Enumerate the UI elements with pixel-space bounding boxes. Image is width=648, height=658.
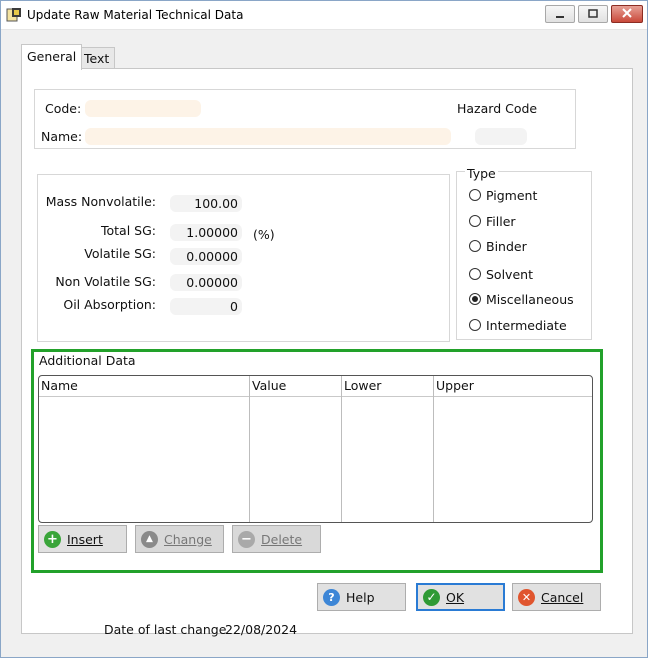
radio-miscellaneous-label: Miscellaneous bbox=[486, 291, 574, 307]
radio-filler-label: Filler bbox=[486, 213, 516, 229]
radio-filler[interactable]: Filler bbox=[469, 212, 516, 230]
update-raw-material-dialog: Update Raw Material Technical Data Gener… bbox=[0, 0, 648, 658]
checkmark-icon: ✓ bbox=[423, 588, 440, 606]
column-header-lower[interactable]: Lower bbox=[342, 376, 381, 396]
additional-data-list[interactable]: Name Value Lower Upper bbox=[38, 375, 593, 523]
maximize-icon bbox=[588, 9, 598, 18]
delete-label: Delete bbox=[261, 531, 303, 547]
oil-absorption-input[interactable]: 0 bbox=[170, 298, 242, 315]
total-sg-input[interactable]: 1.00000 bbox=[170, 224, 242, 241]
radio-intermediate-label: Intermediate bbox=[486, 317, 567, 333]
column-header-name[interactable]: Name bbox=[39, 376, 78, 396]
radio-circle bbox=[469, 319, 481, 331]
radio-solvent[interactable]: Solvent bbox=[469, 265, 533, 283]
radio-circle bbox=[469, 189, 481, 201]
cancel-x-icon: ✕ bbox=[518, 588, 535, 606]
tab-general[interactable]: General bbox=[21, 44, 83, 70]
change-label: Change bbox=[164, 531, 212, 547]
date-of-last-change-value: 22/08/2024 bbox=[225, 622, 298, 637]
radio-binder-label: Binder bbox=[486, 238, 527, 254]
change-button[interactable]: ▲ Change bbox=[135, 525, 224, 553]
minimize-button[interactable] bbox=[545, 5, 575, 23]
list-header: Name Value Lower Upper bbox=[39, 376, 592, 397]
oil-absorption-label: Oil Absorption: bbox=[63, 297, 156, 312]
insert-label: Insert bbox=[67, 531, 103, 547]
radio-circle bbox=[469, 268, 481, 280]
close-button[interactable] bbox=[611, 5, 643, 23]
ok-label: OK bbox=[446, 589, 465, 605]
tab-text[interactable]: Text bbox=[78, 47, 116, 69]
total-sg-label: Total SG: bbox=[101, 223, 156, 238]
identity-group: Code: Name: Hazard Code bbox=[34, 89, 576, 149]
title-bar[interactable]: Update Raw Material Technical Data bbox=[1, 1, 647, 30]
close-icon bbox=[622, 8, 632, 18]
cancel-button[interactable]: ✕ Cancel bbox=[512, 583, 601, 611]
mass-nonvolatile-label: Mass Nonvolatile: bbox=[45, 194, 156, 209]
plus-icon: + bbox=[44, 530, 61, 548]
non-volatile-sg-input[interactable]: 0.00000 bbox=[170, 274, 242, 291]
cancel-label: Cancel bbox=[541, 589, 584, 605]
column-divider bbox=[249, 376, 250, 522]
column-divider bbox=[433, 376, 434, 522]
date-of-last-change-label: Date of last change bbox=[104, 622, 227, 637]
radio-circle bbox=[469, 240, 481, 252]
mass-nonvolatile-input[interactable]: 100.00 bbox=[170, 195, 242, 212]
code-label: Code: bbox=[45, 101, 82, 116]
properties-group: Mass Nonvolatile: 100.00 Total SG: 1.000… bbox=[37, 174, 450, 342]
insert-button[interactable]: + Insert bbox=[38, 525, 127, 553]
additional-data-title: Additional Data bbox=[39, 353, 136, 368]
radio-circle-selected bbox=[469, 293, 481, 305]
type-group: Type Pigment Filler Binder Solvent Misce… bbox=[456, 166, 592, 340]
app-icon bbox=[6, 8, 21, 22]
name-input[interactable] bbox=[85, 128, 451, 145]
column-divider bbox=[341, 376, 342, 522]
help-button[interactable]: ? Help bbox=[317, 583, 406, 611]
help-label: Help bbox=[346, 589, 375, 605]
radio-miscellaneous[interactable]: Miscellaneous bbox=[469, 290, 574, 308]
help-icon: ? bbox=[323, 588, 340, 606]
delete-button[interactable]: − Delete bbox=[232, 525, 321, 553]
non-volatile-sg-label: Non Volatile SG: bbox=[55, 274, 156, 289]
total-sg-unit: (%) bbox=[253, 227, 275, 242]
maximize-button[interactable] bbox=[578, 5, 608, 23]
radio-pigment[interactable]: Pigment bbox=[469, 186, 537, 204]
type-group-title: Type bbox=[465, 166, 498, 181]
radio-circle bbox=[469, 215, 481, 227]
column-header-value[interactable]: Value bbox=[250, 376, 286, 396]
radio-solvent-label: Solvent bbox=[486, 266, 533, 282]
code-input[interactable] bbox=[85, 100, 201, 117]
volatile-sg-input[interactable]: 0.00000 bbox=[170, 248, 242, 265]
triangle-up-icon: ▲ bbox=[141, 530, 158, 548]
ok-button[interactable]: ✓ OK bbox=[416, 583, 505, 611]
radio-intermediate[interactable]: Intermediate bbox=[469, 316, 567, 334]
column-header-upper[interactable]: Upper bbox=[434, 376, 474, 396]
hazard-code-label: Hazard Code bbox=[457, 101, 538, 116]
name-label: Name: bbox=[41, 129, 83, 144]
dialog-client: General Text Code: Name: Hazard Code Mas… bbox=[1, 30, 647, 657]
volatile-sg-label: Volatile SG: bbox=[84, 246, 156, 261]
radio-pigment-label: Pigment bbox=[486, 187, 538, 203]
window-title: Update Raw Material Technical Data bbox=[27, 8, 244, 22]
hazard-code-input[interactable] bbox=[475, 128, 527, 145]
minimize-icon bbox=[556, 16, 564, 18]
radio-binder[interactable]: Binder bbox=[469, 237, 527, 255]
minus-icon: − bbox=[238, 530, 255, 548]
